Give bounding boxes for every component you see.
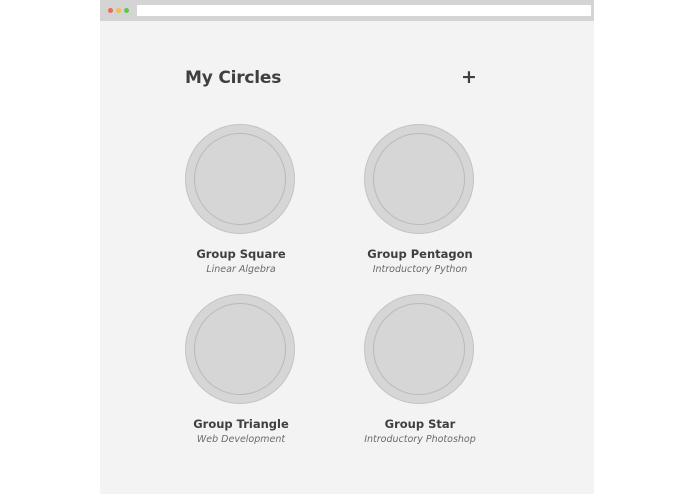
circle-subject: Introductory Photoshop <box>364 434 476 445</box>
circle-avatar[interactable] <box>364 294 474 404</box>
circle-subject: Web Development <box>196 434 286 445</box>
circle-avatar[interactable] <box>185 124 295 234</box>
circle-name: Group Pentagon <box>367 247 473 261</box>
title-bar <box>100 0 594 21</box>
circle-avatar-ring <box>194 303 286 395</box>
circle-avatar-ring <box>373 133 465 225</box>
circle-name: Group Star <box>384 417 456 431</box>
circle-name: Group Triangle <box>193 417 289 431</box>
add-circle-button[interactable]: + <box>460 66 478 88</box>
circle-avatar[interactable] <box>185 294 295 404</box>
page-title: My Circles <box>185 68 282 88</box>
circle-avatar-ring <box>373 303 465 395</box>
circle-subject: Introductory Python <box>372 264 468 275</box>
close-window-button[interactable] <box>108 8 113 13</box>
minimize-window-button[interactable] <box>116 8 121 13</box>
browser-window: My Circles + Group Square Linear Algebra… <box>100 0 594 494</box>
address-bar[interactable] <box>137 5 591 16</box>
circle-avatar[interactable] <box>364 124 474 234</box>
circle-avatar-ring <box>194 133 286 225</box>
circle-name: Group Square <box>196 247 286 261</box>
maximize-window-button[interactable] <box>124 8 129 13</box>
circle-subject: Linear Algebra <box>206 264 276 275</box>
